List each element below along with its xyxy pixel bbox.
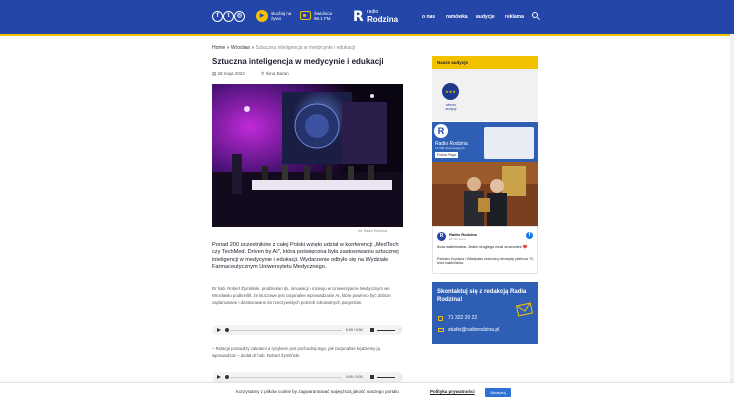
fb-post-card[interactable]: R Radio Rodzina 20 min temu f lecia małż… [432,226,538,274]
article-lead: Ponad 200 uczestników z całej Polski wzi… [212,242,399,270]
volume-icon[interactable] [370,328,374,332]
twitter-icon[interactable]: t [223,11,234,22]
radio-logo-icon: R [437,232,446,241]
logo-name[interactable]: Rodzina [367,15,398,24]
fb-follow-button[interactable]: Follow Page [435,152,459,158]
play-icon[interactable] [217,375,221,379]
seek-bar[interactable] [230,329,342,331]
date-label: 28 maja 2024 [217,71,245,76]
nav-schedule[interactable]: ramówka [446,14,468,20]
page-scrollbar[interactable] [730,34,734,382]
seek-handle[interactable] [225,328,229,332]
article-date: ▤ 28 maja 2024 [212,71,245,76]
user-icon: ⚲ [261,71,265,76]
nav-advertising[interactable]: reklama [505,14,524,20]
facebook-page-widget[interactable]: R Radio Rodzina 13 000 obserwujących Fol… [432,122,538,162]
radio-logo-icon: R [434,124,448,138]
header-accent-line [0,34,734,36]
fb-cover-image [484,127,534,159]
mail-icon [438,328,444,332]
seek-handle[interactable] [225,375,229,379]
fb-post-text: lecia małżeństwa. Jeden drugiego musi zr… [437,245,528,249]
contact-email[interactable]: studio@radiorodzina.pl [448,327,499,333]
phone-icon [438,316,443,321]
article-paragraph: Dr hab. Robert Żymliński, prodziekan ds.… [212,286,391,305]
contact-phone[interactable]: 71 322 20 22 [448,315,477,321]
audio-player[interactable]: 0:00 / 0:00 ⋮ [212,325,403,335]
frequency-label: Świdnica 96.1 FM [314,11,333,21]
contact-title: Skontaktuj się z redakcją Radia Rodzina! [437,289,527,303]
volume-slider[interactable] [377,376,395,378]
volume-slider[interactable] [377,329,395,331]
breadcrumb-separator: » [251,45,255,51]
nav-programs[interactable]: audycje [476,14,495,20]
breadcrumb-home[interactable]: Home [212,45,225,51]
facebook-icon[interactable]: f [212,11,223,22]
nav-about[interactable]: o nas [422,14,435,20]
privacy-policy-link[interactable]: Polityka prywatności [430,389,475,395]
contact-panel: Skontaktuj się z redakcją Radia Rodzina!… [432,282,538,344]
audio-time: 0:00 / 0:00 [346,375,363,379]
listen-live-link[interactable]: słuchaj na żywo [271,11,297,21]
breadcrumb: Home » Wrocław » Sztuczna inteligencja w… [212,45,355,51]
fb-followers: 13 000 obserwujących [435,146,465,150]
fb-post-text: Państwo Krystyna i Władysław obchodzą ni… [437,257,535,266]
article-title: Sztuczna inteligencja w medycynie i eduk… [212,57,384,66]
breadcrumb-separator: » [226,45,230,51]
article-paragraph: – Relacja pomiędzy zaletami a ryzykiem j… [212,346,380,358]
breadcrumb-current: Sztuczna inteligencja w medycynie i eduk… [255,45,356,51]
article-photo [212,84,403,227]
audio-time: 0:00 / 0:00 [346,328,363,332]
program-logo[interactable]: ★★★ [442,83,459,100]
logo-mark[interactable]: R [353,10,364,24]
cookie-banner: Korzystamy z plików cookie by zagwaranto… [0,382,734,416]
radio-icon [300,11,311,20]
program-name[interactable]: wiersz audycji [442,103,460,111]
cookie-text: Korzystamy z plików cookie by zagwaranto… [236,389,399,394]
more-options-icon[interactable]: ⋮ [398,374,402,380]
facebook-icon[interactable]: f [526,232,533,239]
breadcrumb-category[interactable]: Wrocław [231,45,250,51]
more-options-icon[interactable]: ⋮ [398,327,402,333]
author-label: Ilona Baran [265,71,289,76]
photo-caption: fot. Radio Rodzina [358,229,387,233]
audio-player[interactable]: 0:00 / 0:00 ⋮ [212,372,403,382]
search-icon[interactable] [532,12,538,18]
envelope-icon [516,302,533,317]
calendar-icon: ▤ [212,71,217,76]
fb-post-photo[interactable] [432,162,538,226]
site-header: f t ◎ ▶ słuchaj na żywo Świdnica 96.1 FM… [0,0,734,34]
volume-icon[interactable] [370,375,374,379]
accept-cookies-button[interactable]: Akceptuj [485,388,511,397]
play-icon[interactable] [217,328,221,332]
programs-tab[interactable]: Nasze audycje [432,56,538,69]
article-author: ⚲ Ilona Baran [261,71,289,76]
fb-post-time: 20 min temu [449,237,466,241]
play-live-icon[interactable]: ▶ [256,10,268,22]
instagram-icon[interactable]: ◎ [234,11,245,22]
seek-bar[interactable] [230,376,342,378]
